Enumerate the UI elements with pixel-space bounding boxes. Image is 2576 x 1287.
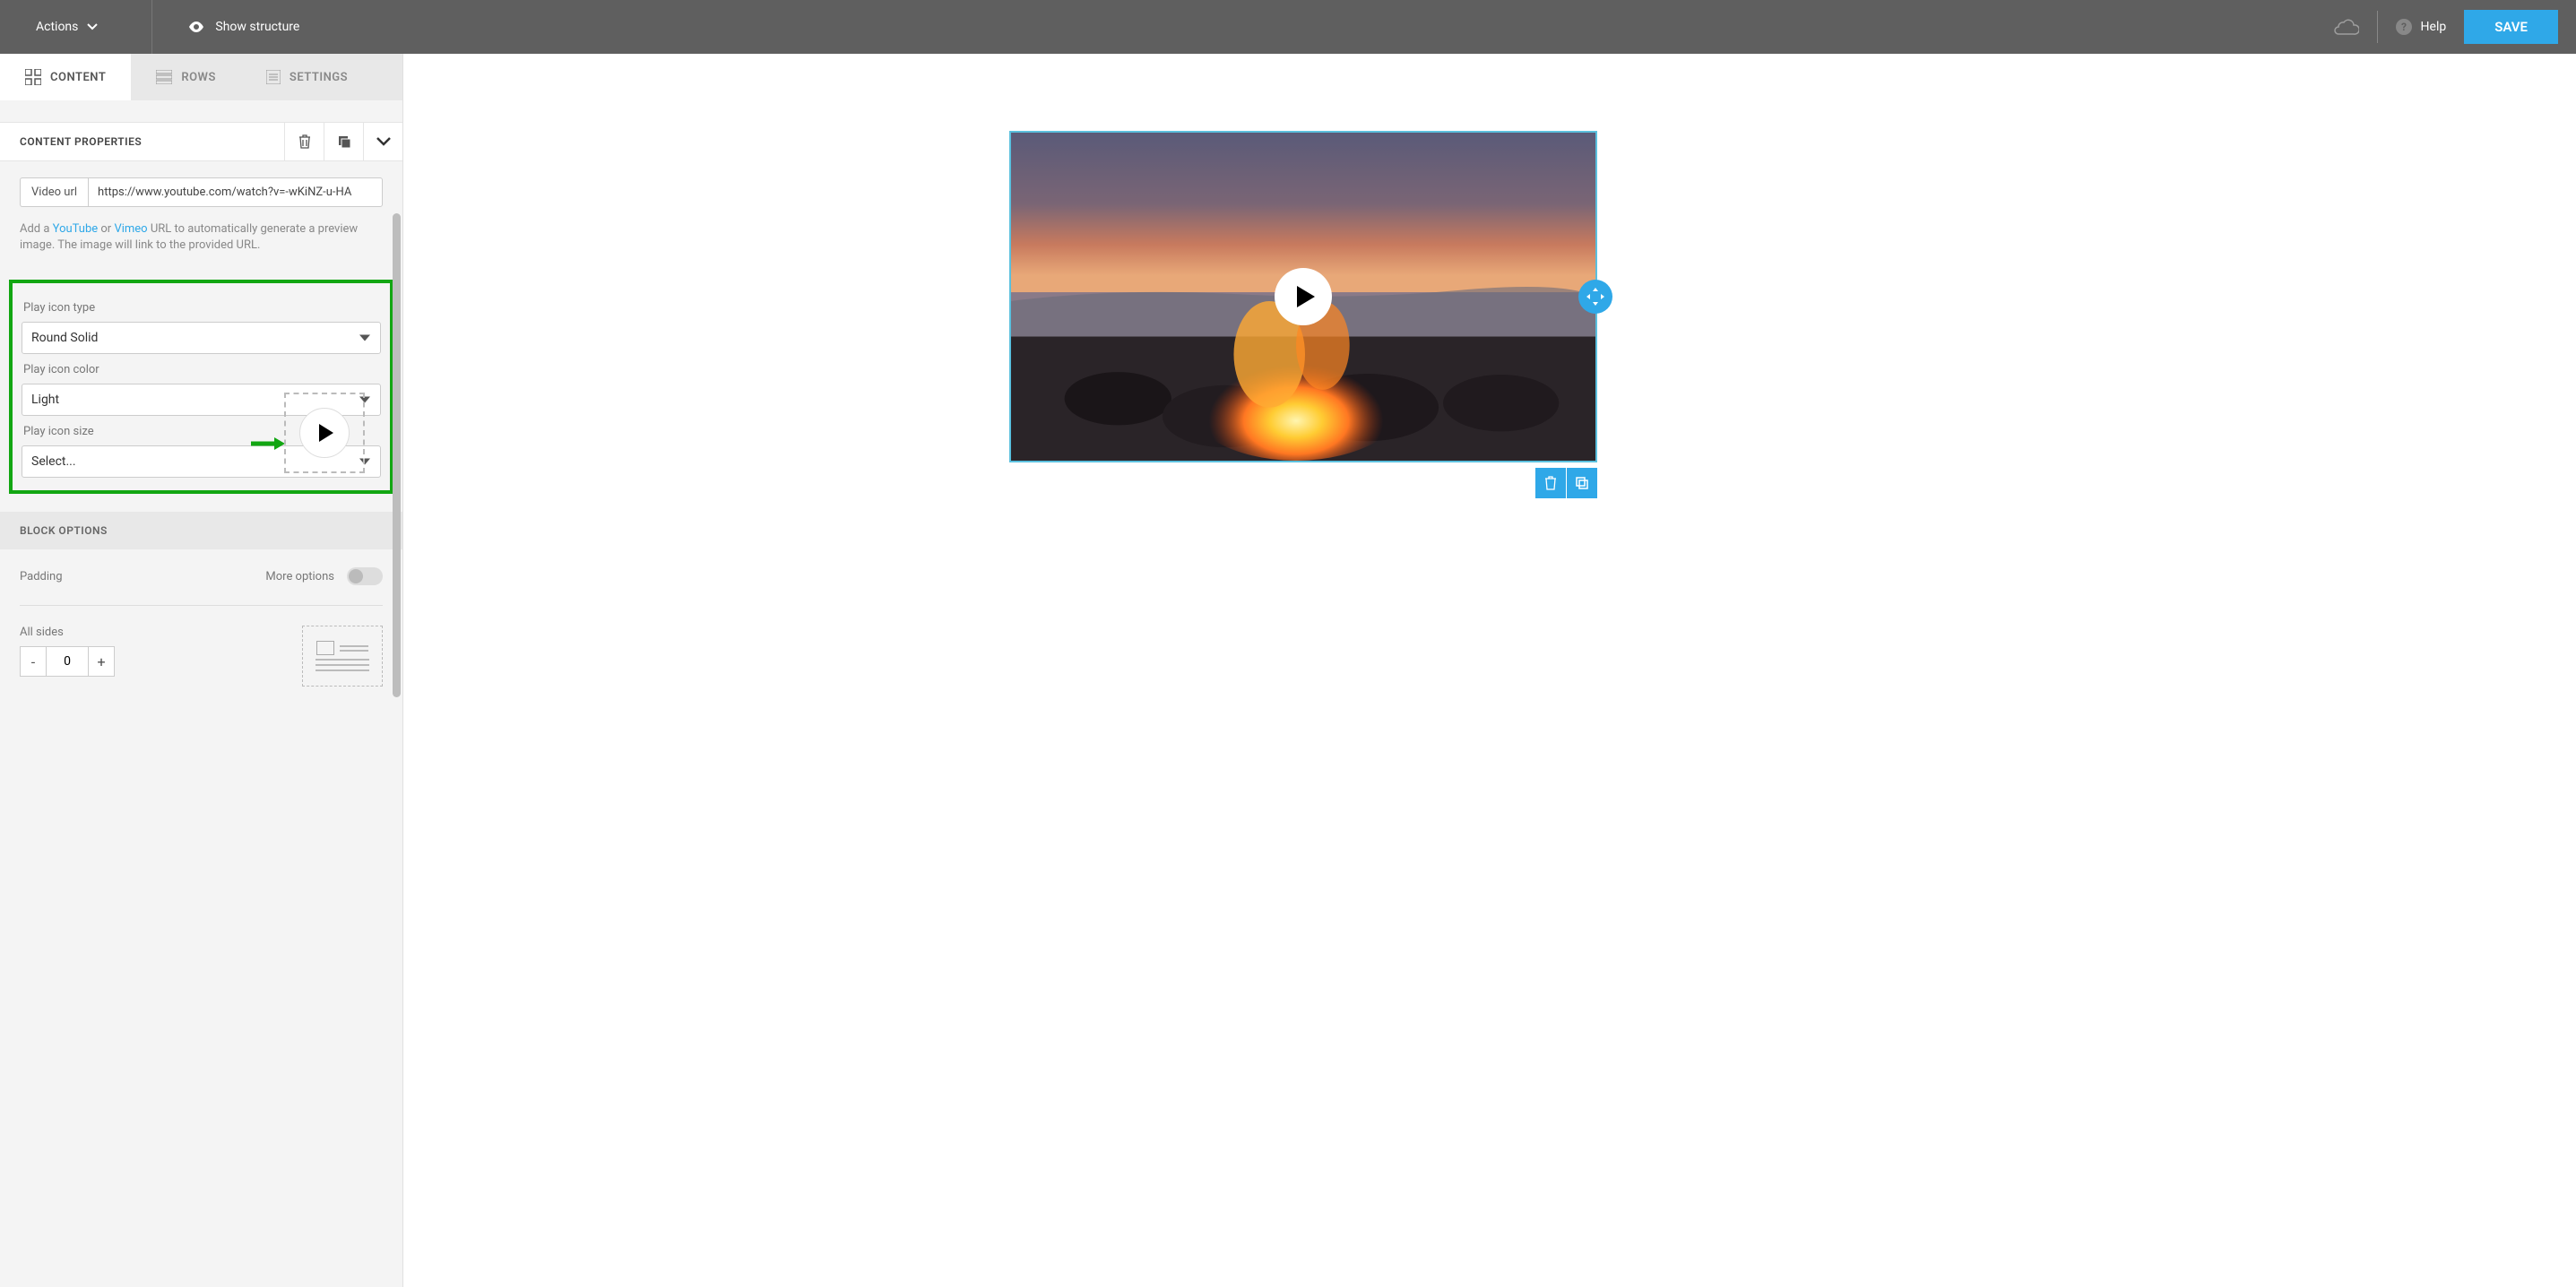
settings-icon bbox=[266, 70, 281, 84]
tab-settings[interactable]: SETTINGS bbox=[241, 54, 373, 100]
tab-content-label: CONTENT bbox=[50, 71, 106, 84]
play-icon-type-label: Play icon type bbox=[23, 301, 381, 315]
help-button[interactable]: ? Help bbox=[2396, 19, 2447, 35]
vimeo-link[interactable]: Vimeo bbox=[114, 222, 147, 236]
video-url-row: Video url bbox=[20, 177, 383, 207]
annotation-arrow-icon bbox=[251, 437, 285, 450]
trash-icon bbox=[298, 134, 311, 149]
play-icon bbox=[1297, 286, 1315, 307]
padding-diagram bbox=[302, 626, 383, 687]
stepper-increment[interactable]: + bbox=[88, 646, 115, 677]
tabs-filler bbox=[373, 54, 402, 100]
main: CONTENT ROWS SETTINGS CONTENT PROPERTIES bbox=[0, 54, 2576, 1287]
canvas[interactable] bbox=[403, 54, 2576, 1287]
topbar-left: Actions Show structure bbox=[18, 0, 299, 54]
svg-text:?: ? bbox=[2401, 21, 2407, 33]
padding-label: Padding bbox=[20, 570, 63, 583]
all-sides-row: All sides - + bbox=[20, 626, 383, 687]
show-structure-label: Show structure bbox=[215, 20, 299, 34]
sidebar-scrollbar[interactable] bbox=[391, 213, 402, 715]
show-structure-button[interactable]: Show structure bbox=[188, 20, 299, 34]
duplicate-button[interactable] bbox=[324, 123, 363, 160]
play-icon-preview-wrap bbox=[284, 393, 365, 473]
video-url-label: Video url bbox=[20, 177, 88, 207]
content-icon bbox=[25, 69, 41, 85]
sidebar-tabs: CONTENT ROWS SETTINGS bbox=[0, 54, 402, 100]
canvas-block-actions bbox=[1535, 468, 1597, 498]
padding-row: Padding More options bbox=[20, 567, 383, 606]
copy-icon bbox=[1575, 476, 1589, 490]
content-properties-header: CONTENT PROPERTIES bbox=[0, 122, 402, 161]
video-url-input[interactable] bbox=[88, 177, 383, 207]
video-block[interactable] bbox=[1009, 131, 1597, 462]
youtube-link[interactable]: YouTube bbox=[53, 222, 99, 236]
scrollbar-thumb[interactable] bbox=[393, 213, 401, 697]
block-options-header: BLOCK OPTIONS bbox=[0, 512, 402, 549]
help-label: Help bbox=[2421, 20, 2447, 34]
tab-settings-label: SETTINGS bbox=[290, 71, 348, 84]
drag-handle[interactable] bbox=[1578, 280, 1612, 314]
cloud-save-icon[interactable] bbox=[2334, 18, 2359, 36]
move-icon bbox=[1586, 288, 1604, 306]
actions-menu-button[interactable]: Actions bbox=[18, 20, 116, 34]
chevron-down-icon bbox=[87, 23, 98, 30]
tab-rows[interactable]: ROWS bbox=[131, 54, 241, 100]
canvas-duplicate-button[interactable] bbox=[1567, 468, 1597, 498]
padding-stepper: - + bbox=[20, 646, 115, 677]
collapse-button[interactable] bbox=[363, 123, 402, 160]
sidebar: CONTENT ROWS SETTINGS CONTENT PROPERTIES bbox=[0, 54, 403, 1287]
more-options-toggle[interactable] bbox=[347, 567, 383, 585]
video-url-hint: Add a YouTube or Vimeo URL to automatica… bbox=[20, 221, 383, 253]
topbar: Actions Show structure ? Help SAVE bbox=[0, 0, 2576, 54]
play-icon-type-select[interactable]: Round Solid bbox=[22, 322, 381, 354]
block-options-body: Padding More options All sides - + bbox=[0, 549, 402, 704]
divider bbox=[2377, 11, 2378, 43]
help-icon: ? bbox=[2396, 19, 2412, 35]
more-options-label: More options bbox=[265, 570, 334, 583]
stepper-value[interactable] bbox=[47, 646, 88, 677]
eye-icon bbox=[188, 22, 204, 32]
play-icon-color-label: Play icon color bbox=[23, 363, 381, 376]
video-play-overlay[interactable] bbox=[1275, 268, 1332, 325]
panel-body: Video url Add a YouTube or Vimeo URL to … bbox=[0, 161, 402, 262]
save-button[interactable]: SAVE bbox=[2464, 10, 2558, 44]
delete-button[interactable] bbox=[284, 123, 324, 160]
actions-label: Actions bbox=[36, 20, 78, 34]
copy-icon bbox=[337, 134, 351, 149]
panel-header-actions bbox=[284, 123, 402, 160]
play-icon-circle bbox=[299, 408, 350, 458]
chevron-down-icon bbox=[376, 137, 391, 146]
play-icon-preview bbox=[284, 393, 365, 473]
all-sides-label: All sides bbox=[20, 626, 115, 639]
rows-icon bbox=[156, 70, 172, 84]
stepper-decrement[interactable]: - bbox=[20, 646, 47, 677]
trash-icon bbox=[1544, 476, 1557, 490]
canvas-delete-button[interactable] bbox=[1535, 468, 1566, 498]
tab-content[interactable]: CONTENT bbox=[0, 54, 131, 100]
panel-title: CONTENT PROPERTIES bbox=[20, 135, 284, 148]
play-icon bbox=[319, 424, 333, 442]
tab-rows-label: ROWS bbox=[181, 71, 216, 84]
topbar-right: ? Help SAVE bbox=[2334, 10, 2558, 44]
divider bbox=[151, 0, 152, 54]
